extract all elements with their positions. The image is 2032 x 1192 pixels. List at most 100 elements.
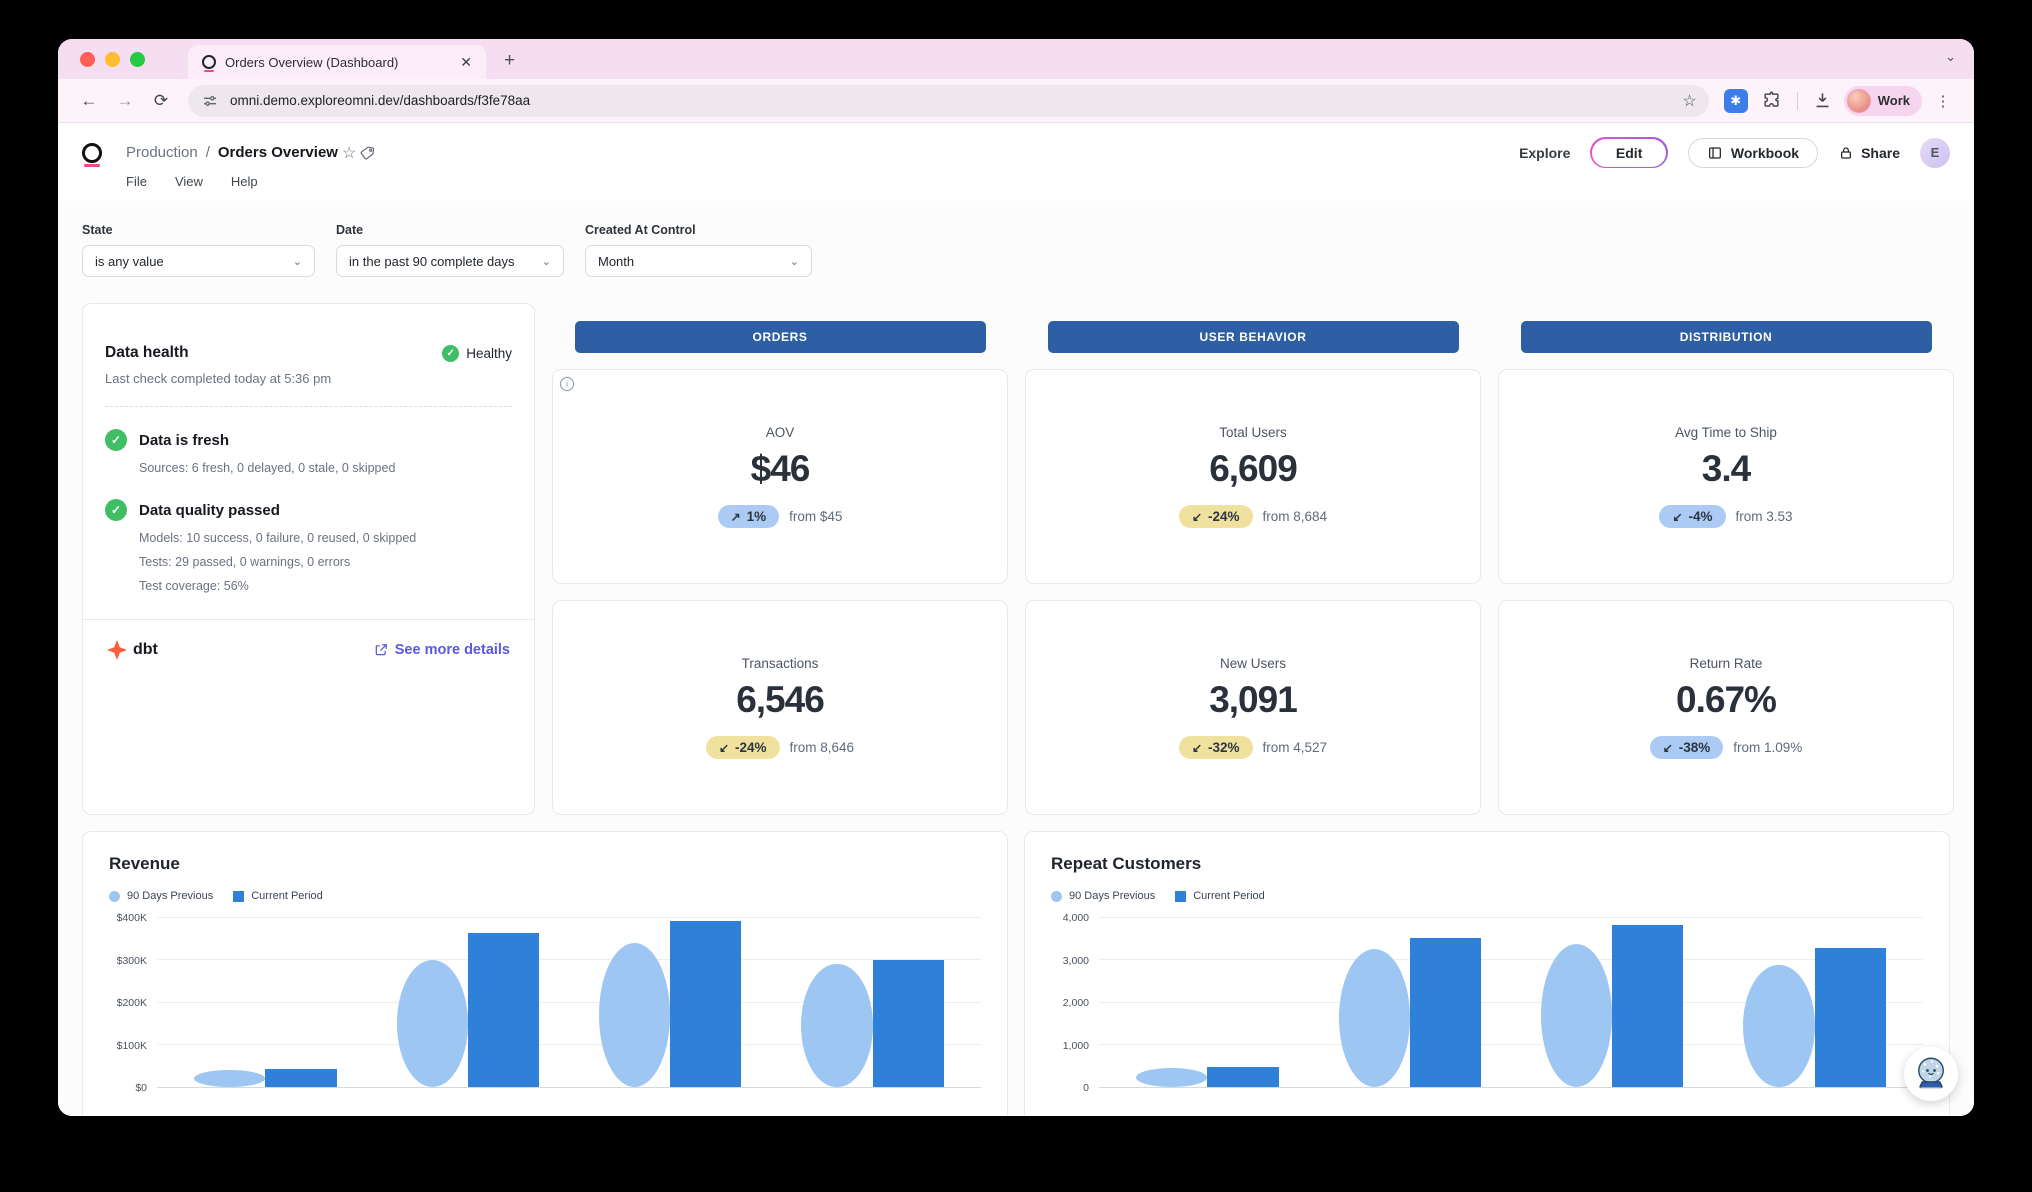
bar-90-days-previous <box>1743 965 1814 1087</box>
filter-created-at-label: Created At Control <box>585 223 812 237</box>
kpi-value: 3.4 <box>1702 448 1750 490</box>
bookmark-star-icon[interactable]: ☆ <box>1682 91 1696 111</box>
kpi-label: Return Rate <box>1690 656 1763 671</box>
tag-icon[interactable] <box>360 145 376 161</box>
filter-date-label: Date <box>336 223 564 237</box>
back-button[interactable]: ← <box>74 86 104 116</box>
bar-90-days-previous <box>1541 944 1612 1087</box>
bar-90-days-previous <box>194 1070 265 1087</box>
extensions-puzzle-icon[interactable] <box>1757 86 1787 116</box>
browser-menu-kebab-icon[interactable]: ⋮ <box>1928 86 1958 116</box>
kpi-delta-badge: ↙ -24% <box>706 736 780 759</box>
bar-90-days-previous <box>801 964 872 1087</box>
models-detail: Models: 10 success, 0 failure, 0 reused,… <box>139 531 512 545</box>
minimize-window-button[interactable] <box>105 52 120 67</box>
downloads-icon[interactable] <box>1808 86 1838 116</box>
trend-arrow-icon: ↙ <box>1672 510 1682 524</box>
bar-group <box>801 918 943 1087</box>
explore-button[interactable]: Explore <box>1519 145 1570 161</box>
tab-close-icon[interactable]: ✕ <box>456 53 476 72</box>
bar-current-period <box>670 921 741 1087</box>
y-tick-label: $0 <box>135 1082 147 1094</box>
bar-current-period <box>873 960 944 1087</box>
address-bar[interactable]: omni.demo.exploreomni.dev/dashboards/f3f… <box>188 85 1709 117</box>
y-tick-label: $400K <box>117 912 147 924</box>
last-check-text: Last check completed today at 5:36 pm <box>105 371 512 386</box>
info-icon[interactable]: i <box>560 377 574 391</box>
check-icon: ✓ <box>105 499 127 521</box>
zoom-window-button[interactable] <box>130 52 145 67</box>
y-tick-label: 3,000 <box>1063 955 1089 967</box>
new-tab-button[interactable]: + <box>498 50 521 72</box>
menu-view[interactable]: View <box>175 174 203 189</box>
chevron-down-icon: ⌄ <box>790 255 799 268</box>
kpi-from: from 8,646 <box>790 740 855 755</box>
section-orders-button[interactable]: ORDERS <box>575 321 986 353</box>
external-link-icon <box>374 643 388 657</box>
browser-tab[interactable]: Orders Overview (Dashboard) ✕ <box>188 45 486 79</box>
bar-current-period <box>1612 925 1683 1087</box>
bar-current-period <box>1815 948 1886 1087</box>
legend-swatch-current <box>1175 891 1186 902</box>
section-distribution-button[interactable]: DISTRIBUTION <box>1521 321 1932 353</box>
profile-avatar <box>1847 89 1871 113</box>
chat-widget-button[interactable] <box>1904 1047 1958 1101</box>
bar-group <box>194 918 336 1087</box>
see-more-details-link[interactable]: See more details <box>374 642 510 658</box>
tab-search-chevron-icon[interactable]: ⌄ <box>1945 49 1956 65</box>
omni-favicon-icon <box>202 55 216 69</box>
y-tick-label: 0 <box>1083 1082 1089 1094</box>
section-user-behavior-button[interactable]: USER BEHAVIOR <box>1048 321 1459 353</box>
y-tick-label: $300K <box>117 955 147 967</box>
filters-row: State is any value⌄ Date in the past 90 … <box>82 201 1950 277</box>
health-status-badge: ✓ Healthy <box>442 345 512 362</box>
check-icon: ✓ <box>105 429 127 451</box>
browser-profile-chip[interactable]: Work <box>1844 86 1922 116</box>
kpi-label: Transactions <box>742 656 819 671</box>
kpi-label: Avg Time to Ship <box>1675 425 1777 440</box>
kpi-card-new-users: New Users 3,091 ↙ -32% from 4,527 <box>1025 600 1481 815</box>
reload-button[interactable]: ⟳ <box>146 86 176 116</box>
breadcrumb-project[interactable]: Production <box>126 144 198 161</box>
revenue-chart-card: Revenue 90 Days Previous Current Period … <box>82 831 1008 1116</box>
trend-arrow-icon: ↙ <box>1192 510 1202 524</box>
bar-plot <box>157 918 981 1088</box>
data-health-card: Data health ✓ Healthy Last check complet… <box>82 303 535 815</box>
favorite-star-icon[interactable]: ☆ <box>342 143 356 163</box>
filter-state-select[interactable]: is any value⌄ <box>82 245 315 277</box>
kpi-card-transactions: Transactions 6,546 ↙ -24% from 8,646 <box>552 600 1008 815</box>
traffic-lights <box>80 52 145 67</box>
tab-title: Orders Overview (Dashboard) <box>225 55 447 70</box>
quality-title: Data quality passed <box>139 502 280 519</box>
bar-group <box>1339 918 1481 1087</box>
kpi-from: from 8,684 <box>1263 509 1328 524</box>
filter-date: Date in the past 90 complete days⌄ <box>336 223 564 277</box>
menu-help[interactable]: Help <box>231 174 258 189</box>
filter-created-at-select[interactable]: Month⌄ <box>585 245 812 277</box>
filter-date-select[interactable]: in the past 90 complete days⌄ <box>336 245 564 277</box>
bar-90-days-previous <box>1339 949 1410 1087</box>
site-info-icon[interactable] <box>200 91 220 111</box>
share-button[interactable]: Share <box>1838 145 1900 161</box>
lock-icon <box>1838 145 1854 161</box>
bar-current-period <box>468 933 539 1087</box>
user-avatar[interactable]: E <box>1920 138 1950 168</box>
workbook-button[interactable]: Workbook <box>1688 138 1818 168</box>
kpi-from: from 3.53 <box>1736 509 1793 524</box>
tab-strip: Orders Overview (Dashboard) ✕ + ⌄ <box>58 39 1974 79</box>
y-tick-label: $200K <box>117 997 147 1009</box>
close-window-button[interactable] <box>80 52 95 67</box>
edit-button[interactable]: Edit <box>1590 137 1667 168</box>
toolbar-divider <box>1797 92 1798 110</box>
bar-current-period <box>1410 938 1481 1087</box>
page-title: Orders Overview <box>218 144 338 161</box>
forward-button[interactable]: → <box>110 86 140 116</box>
bar-90-days-previous <box>1136 1068 1207 1087</box>
filter-created-at: Created At Control Month⌄ <box>585 223 812 277</box>
extension-pinned-icon[interactable]: ✱ <box>1721 86 1751 116</box>
y-tick-label: 1,000 <box>1063 1040 1089 1052</box>
menu-file[interactable]: File <box>126 174 147 189</box>
omni-logo-icon[interactable] <box>82 143 102 163</box>
bar-group <box>1136 918 1278 1087</box>
kpi-from: from 4,527 <box>1263 740 1328 755</box>
